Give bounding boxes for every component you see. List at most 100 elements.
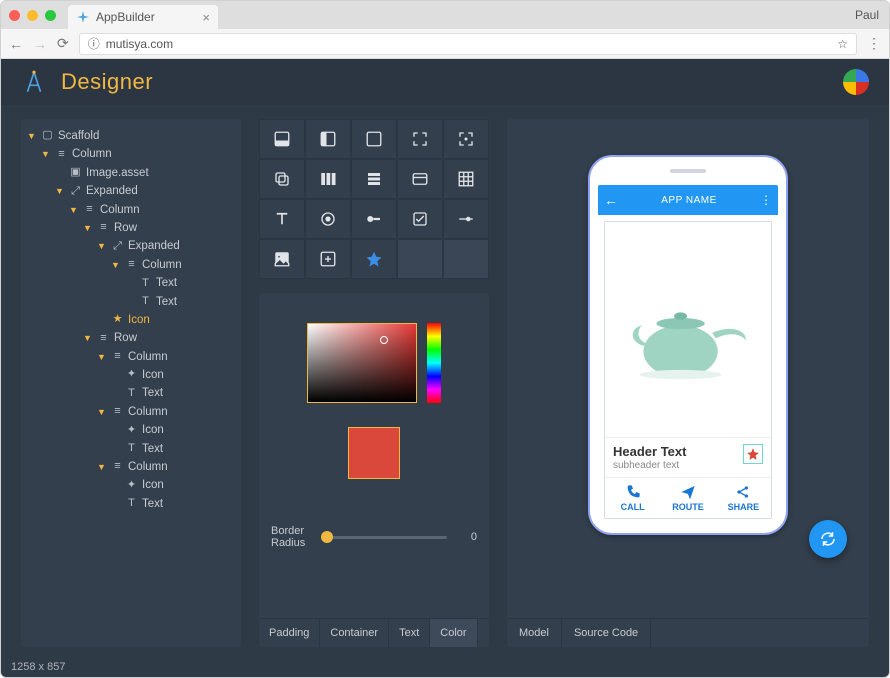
layout-icon: ▢	[41, 127, 54, 145]
minimize-window-button[interactable]	[27, 10, 38, 21]
tool-empty	[443, 239, 489, 279]
tree-node-row[interactable]: ▼≡Row	[83, 219, 235, 237]
tool-radio-button[interactable]	[305, 199, 351, 239]
tool-slider-button[interactable]	[443, 199, 489, 239]
caret-icon[interactable]: ▼	[97, 350, 107, 364]
prop-tab-color[interactable]: Color	[430, 619, 477, 647]
widget-tree-panel: ▼▢Scaffold▼≡Column▣Image.asset▼⤢Expanded…	[21, 119, 241, 647]
slider-knob[interactable]	[321, 531, 333, 543]
tree-node-text[interactable]: TText	[125, 274, 235, 292]
tool-grid-button[interactable]	[443, 159, 489, 199]
tool-add-button[interactable]	[305, 239, 351, 279]
caret-icon[interactable]: ▼	[41, 147, 51, 161]
tree-node-text[interactable]: TText	[111, 495, 235, 513]
col-icon: ≡	[111, 458, 124, 476]
caret-icon[interactable]: ▼	[69, 203, 79, 217]
tool-switch-button[interactable]	[351, 199, 397, 239]
tree-node-label: Scaffold	[58, 127, 99, 145]
prop-tab-padding[interactable]: Padding	[259, 619, 320, 647]
color-sv-picker[interactable]	[307, 323, 417, 403]
browser-tab[interactable]: AppBuilder ×	[68, 5, 218, 29]
preview-action-route[interactable]: ROUTE	[660, 478, 715, 518]
tree-node-scaffold[interactable]: ▼ ▢Scaffold	[27, 127, 235, 145]
back-button[interactable]: ←	[9, 36, 23, 52]
preview-tab-source-code[interactable]: Source Code	[562, 619, 651, 647]
caret-icon[interactable]: ▼	[97, 239, 107, 253]
border-radius-slider[interactable]	[321, 536, 447, 539]
tree-node-label: Text	[156, 274, 177, 292]
tool-card-button[interactable]	[397, 159, 443, 199]
caret-icon[interactable]: ▼	[83, 331, 93, 345]
tool-panel-left-button[interactable]	[305, 119, 351, 159]
tree-node-text[interactable]: TText	[111, 440, 235, 458]
preview-star-icon[interactable]	[743, 444, 763, 464]
tree-node-label: Column	[128, 458, 168, 476]
action-label: ROUTE	[672, 502, 704, 512]
tree-node-icon[interactable]: ★Icon	[97, 311, 235, 329]
tree-node-label: Column	[72, 145, 112, 163]
tree-node-icon[interactable]: ✦Icon	[111, 366, 235, 384]
tool-focus-button[interactable]	[443, 119, 489, 159]
tree-node-column[interactable]: ▼≡Column	[41, 145, 235, 163]
tool-rows-button[interactable]	[351, 159, 397, 199]
caret-icon[interactable]: ▼	[83, 221, 93, 235]
tree-node-icon[interactable]: ✦Icon	[111, 476, 235, 494]
tree-node-expanded[interactable]: ▼ ⤢Expanded	[97, 237, 235, 255]
tool-copy-button[interactable]	[259, 159, 305, 199]
color-picker-reticle[interactable]	[380, 336, 388, 344]
back-arrow-icon[interactable]: ←	[604, 192, 618, 208]
action-label: SHARE	[728, 502, 760, 512]
tool-columns-button[interactable]	[305, 159, 351, 199]
tree-node-label: Text	[142, 440, 163, 458]
star-bookmark-icon[interactable]: ☆	[837, 37, 848, 51]
tree-node-column[interactable]: ▼≡Column	[69, 201, 235, 219]
preview-action-share[interactable]: SHARE	[716, 478, 771, 518]
tool-panel-outline-button[interactable]	[351, 119, 397, 159]
tree-node-column[interactable]: ▼≡Column	[111, 256, 235, 274]
preview-card: Header Text subheader text CALLROUTESHAR…	[604, 221, 772, 519]
tree-node-expanded[interactable]: ▼⤢Expanded	[55, 182, 235, 200]
preview-tab-model[interactable]: Model	[507, 619, 562, 647]
browser-user-label[interactable]: Paul	[855, 8, 879, 22]
tool-image-button[interactable]	[259, 239, 305, 279]
tool-panel-bottom-button[interactable]	[259, 119, 305, 159]
prop-tab-container[interactable]: Container	[320, 619, 389, 647]
tool-checkbox-button[interactable]	[397, 199, 443, 239]
close-window-button[interactable]	[9, 10, 20, 21]
color-hue-slider[interactable]	[427, 323, 441, 403]
forward-button[interactable]: →	[33, 36, 47, 52]
caret-icon[interactable]: ▼	[97, 460, 107, 474]
kebab-menu-icon[interactable]: ⋮	[760, 193, 772, 207]
tool-star-button[interactable]	[351, 239, 397, 279]
caret-icon[interactable]: ▼	[111, 258, 121, 272]
col-icon: ≡	[111, 348, 124, 366]
browser-menu-icon[interactable]: ⋮	[867, 35, 881, 52]
exp-icon: ⤢	[111, 238, 124, 256]
reload-button[interactable]: ⟳	[57, 35, 69, 52]
user-avatar[interactable]	[843, 69, 869, 95]
tree-node-icon[interactable]: ✦Icon	[111, 421, 235, 439]
preview-action-call[interactable]: CALL	[605, 478, 660, 518]
caret-icon[interactable]: ▼	[97, 405, 107, 419]
tree-node-text[interactable]: TText	[111, 384, 235, 402]
tree-node-label: Text	[142, 495, 163, 513]
address-bar[interactable]: ⓘ mutisya.com ☆	[79, 33, 857, 55]
tree-node-row[interactable]: ▼≡Row	[83, 329, 235, 347]
maximize-window-button[interactable]	[45, 10, 56, 21]
tool-fullscreen-button[interactable]	[397, 119, 443, 159]
tool-text-button[interactable]	[259, 199, 305, 239]
app-topbar: Designer	[1, 59, 889, 105]
caret-icon[interactable]: ▼	[27, 129, 37, 143]
tree-node-column[interactable]: ▼ ≡Column	[97, 458, 235, 476]
tree-node-column[interactable]: ▼≡Column	[97, 348, 235, 366]
caret-icon[interactable]: ▼	[55, 184, 65, 198]
tree-node-text[interactable]: TText	[125, 293, 235, 311]
refresh-fab[interactable]	[809, 520, 847, 558]
prop-tab-text[interactable]: Text	[389, 619, 430, 647]
brand-title: Designer	[61, 69, 153, 95]
browser-toolbar: ← → ⟳ ⓘ mutisya.com ☆ ⋮	[1, 29, 889, 59]
tab-close-icon[interactable]: ×	[202, 10, 210, 25]
tree-node-image-asset[interactable]: ▣Image.asset	[55, 164, 235, 182]
tree-node-column[interactable]: ▼≡Column	[97, 403, 235, 421]
tree-node-label: Expanded	[128, 237, 180, 255]
